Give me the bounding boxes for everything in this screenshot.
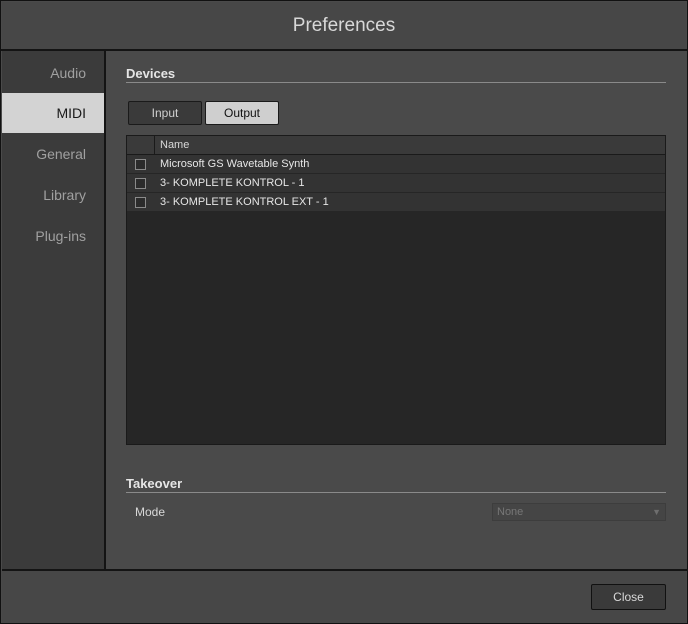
- chevron-down-icon: ▼: [652, 507, 661, 517]
- main-panel: Devices Input Output Name Microsoft GS W…: [106, 51, 687, 569]
- sidebar: Audio MIDI General Library Plug-ins: [2, 51, 106, 569]
- section-divider: [126, 82, 666, 83]
- sidebar-item-label: Plug-ins: [35, 228, 86, 244]
- device-name: 3- KOMPLETE KONTROL - 1: [160, 177, 305, 189]
- output-tab-button[interactable]: Output: [205, 101, 279, 125]
- footer: [2, 571, 686, 623]
- section-divider: [126, 492, 666, 493]
- name-column-header[interactable]: Name: [160, 136, 189, 154]
- device-name: Microsoft GS Wavetable Synth: [160, 158, 310, 170]
- devices-section-title: Devices: [126, 66, 176, 81]
- sidebar-item-audio[interactable]: Audio: [2, 53, 104, 93]
- input-tab-button[interactable]: Input: [128, 101, 202, 125]
- sidebar-item-label: MIDI: [56, 105, 86, 121]
- sidebar-item-label: General: [36, 146, 86, 162]
- window-title: Preferences: [292, 14, 396, 36]
- sidebar-item-label: Audio: [50, 65, 86, 81]
- sidebar-item-label: Library: [43, 187, 86, 203]
- checkbox-column-header: [127, 136, 155, 154]
- output-tab-label: Output: [223, 106, 261, 120]
- checkbox-icon[interactable]: [135, 197, 146, 208]
- checkbox-icon[interactable]: [135, 159, 146, 170]
- mode-value: None: [497, 506, 524, 518]
- close-button[interactable]: Close: [591, 584, 666, 610]
- device-name: 3- KOMPLETE KONTROL EXT - 1: [160, 196, 329, 208]
- mode-select[interactable]: None ▼: [492, 503, 666, 521]
- close-button-label: Close: [613, 590, 644, 604]
- input-tab-label: Input: [151, 106, 179, 120]
- mode-label: Mode: [135, 505, 166, 519]
- sidebar-item-plug-ins[interactable]: Plug-ins: [2, 216, 104, 256]
- sidebar-item-general[interactable]: General: [2, 134, 104, 174]
- devices-table[interactable]: Name Microsoft GS Wavetable Synth 3- KOM…: [126, 135, 666, 445]
- table-row[interactable]: 3- KOMPLETE KONTROL EXT - 1: [127, 193, 665, 212]
- table-header: Name: [127, 136, 665, 155]
- table-row[interactable]: Microsoft GS Wavetable Synth: [127, 155, 665, 174]
- sidebar-item-midi[interactable]: MIDI: [2, 93, 104, 133]
- sidebar-item-library[interactable]: Library: [2, 175, 104, 215]
- checkbox-icon[interactable]: [135, 178, 146, 189]
- title-bar: Preferences: [2, 2, 686, 49]
- takeover-section-title: Takeover: [126, 476, 183, 491]
- table-row[interactable]: 3- KOMPLETE KONTROL - 1: [127, 174, 665, 193]
- preferences-window: Preferences Audio MIDI General Library P…: [0, 0, 688, 624]
